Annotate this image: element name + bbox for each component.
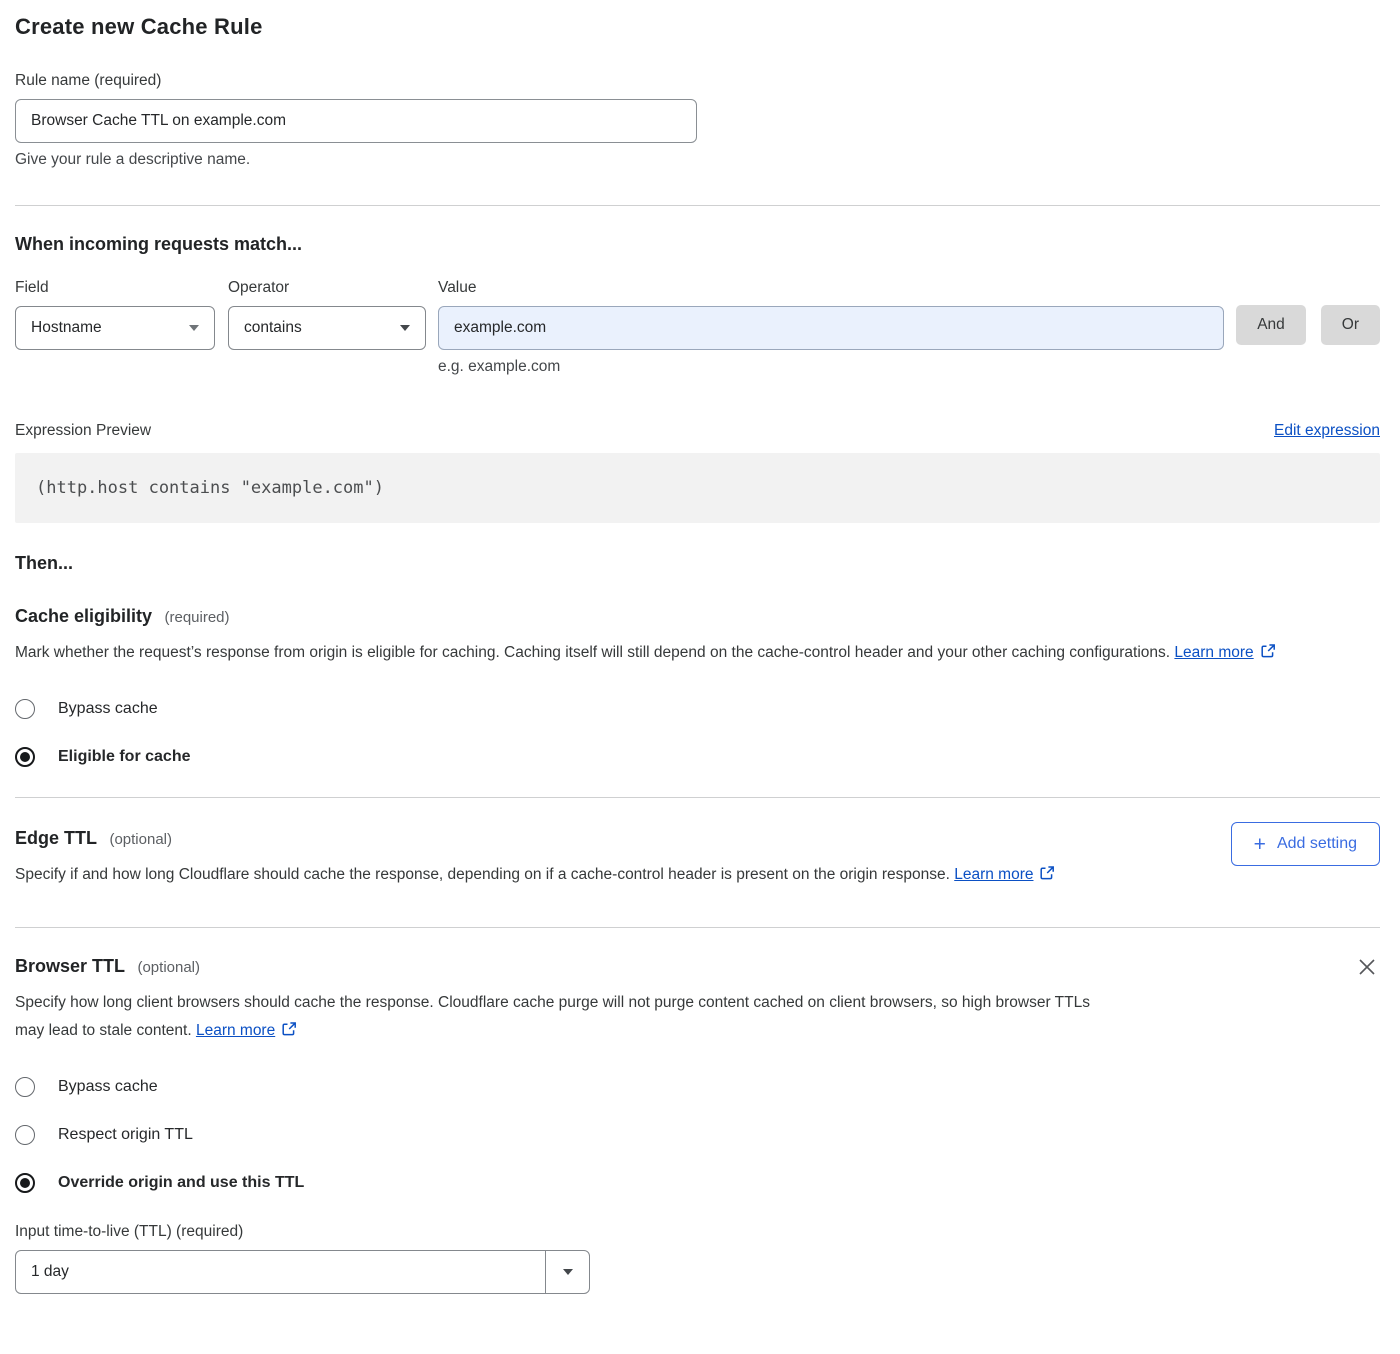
chevron-down-icon bbox=[563, 1269, 573, 1275]
ttl-select-arrow[interactable] bbox=[545, 1251, 589, 1293]
add-setting-label: Add setting bbox=[1277, 835, 1357, 853]
divider bbox=[15, 797, 1380, 798]
close-icon[interactable] bbox=[1354, 954, 1380, 980]
external-link-icon bbox=[281, 1019, 297, 1047]
cache-eligibility-required: (required) bbox=[165, 609, 230, 626]
edge-ttl-description: Specify if and how long Cloudflare shoul… bbox=[15, 861, 1115, 891]
ttl-select-value: 1 day bbox=[16, 1251, 545, 1293]
ttl-input-label: Input time-to-live (TTL) (required) bbox=[15, 1223, 1380, 1241]
value-label: Value bbox=[438, 279, 1224, 297]
expression-header: Expression Preview Edit expression bbox=[15, 422, 1380, 440]
cache-eligibility-description-text: Mark whether the request’s response from… bbox=[15, 644, 1170, 661]
browser-ttl-title: Browser TTL bbox=[15, 956, 125, 976]
browser-ttl-description-text: Specify how long client browsers should … bbox=[15, 994, 1090, 1039]
external-link-icon bbox=[1260, 641, 1276, 669]
add-setting-button[interactable]: + Add setting bbox=[1231, 822, 1380, 866]
plus-icon: + bbox=[1254, 834, 1266, 855]
ttl-select[interactable]: 1 day bbox=[15, 1250, 590, 1294]
value-input[interactable] bbox=[438, 306, 1224, 350]
edit-expression-link[interactable]: Edit expression bbox=[1274, 422, 1380, 440]
radio-option-bypass-cache[interactable]: Bypass cache bbox=[15, 1077, 1380, 1097]
page-title: Create new Cache Rule bbox=[15, 14, 1380, 40]
cache-eligibility-description: Mark whether the request’s response from… bbox=[15, 639, 1380, 669]
divider bbox=[15, 927, 1380, 928]
browser-ttl-section: Browser TTL (optional) Specify how long … bbox=[15, 956, 1380, 1294]
field-select[interactable]: Hostname bbox=[15, 306, 215, 350]
condition-row: Field Hostname Operator contains Value e… bbox=[15, 279, 1380, 376]
radio-label: Bypass cache bbox=[58, 700, 158, 718]
cache-eligibility-section: Cache eligibility (required) Mark whethe… bbox=[15, 606, 1380, 767]
radio-circle-icon bbox=[15, 699, 35, 719]
learn-more-link[interactable]: Learn more bbox=[954, 866, 1033, 883]
edge-ttl-title: Edge TTL bbox=[15, 828, 97, 848]
radio-label: Respect origin TTL bbox=[58, 1126, 193, 1144]
learn-more-link[interactable]: Learn more bbox=[196, 1022, 275, 1039]
browser-ttl-description: Specify how long client browsers should … bbox=[15, 989, 1115, 1047]
create-cache-rule-form: Create new Cache Rule Rule name (require… bbox=[0, 0, 1400, 1312]
browser-ttl-optional: (optional) bbox=[137, 959, 200, 976]
operator-select-value: contains bbox=[244, 319, 302, 337]
radio-option-bypass-cache[interactable]: Bypass cache bbox=[15, 699, 1380, 719]
match-section: When incoming requests match... Field Ho… bbox=[15, 234, 1380, 376]
radio-option-override-origin-ttl[interactable]: Override origin and use this TTL bbox=[15, 1173, 1380, 1193]
edge-ttl-optional: (optional) bbox=[109, 831, 172, 848]
then-heading: Then... bbox=[15, 553, 1380, 574]
and-button[interactable]: And bbox=[1236, 305, 1306, 345]
external-link-icon bbox=[1039, 863, 1055, 891]
cache-eligibility-title: Cache eligibility bbox=[15, 606, 152, 626]
rule-name-section: Rule name (required) Give your rule a de… bbox=[15, 72, 1380, 169]
chevron-down-icon bbox=[189, 325, 199, 331]
expression-preview-label: Expression Preview bbox=[15, 422, 151, 440]
rule-name-label: Rule name (required) bbox=[15, 72, 1380, 90]
operator-label: Operator bbox=[228, 279, 426, 297]
radio-circle-selected-icon bbox=[15, 1173, 35, 1193]
radio-circle-icon bbox=[15, 1125, 35, 1145]
field-select-value: Hostname bbox=[31, 319, 102, 337]
learn-more-link[interactable]: Learn more bbox=[1174, 644, 1253, 661]
divider bbox=[15, 205, 1380, 206]
radio-option-respect-origin-ttl[interactable]: Respect origin TTL bbox=[15, 1125, 1380, 1145]
chevron-down-icon bbox=[400, 325, 410, 331]
rule-name-helper: Give your rule a descriptive name. bbox=[15, 151, 1380, 169]
edge-ttl-section: + Add setting Edge TTL (optional) Specif… bbox=[15, 828, 1380, 891]
radio-label: Bypass cache bbox=[58, 1078, 158, 1096]
radio-circle-icon bbox=[15, 1077, 35, 1097]
radio-label: Eligible for cache bbox=[58, 748, 190, 766]
field-label: Field bbox=[15, 279, 215, 297]
radio-label: Override origin and use this TTL bbox=[58, 1174, 304, 1192]
rule-name-input[interactable] bbox=[15, 99, 697, 143]
operator-select[interactable]: contains bbox=[228, 306, 426, 350]
or-button[interactable]: Or bbox=[1321, 305, 1380, 345]
match-heading: When incoming requests match... bbox=[15, 234, 1380, 255]
edge-ttl-description-text: Specify if and how long Cloudflare shoul… bbox=[15, 866, 950, 883]
value-helper: e.g. example.com bbox=[438, 358, 1224, 376]
expression-preview-box: (http.host contains "example.com") bbox=[15, 453, 1380, 523]
radio-circle-selected-icon bbox=[15, 747, 35, 767]
radio-option-eligible-for-cache[interactable]: Eligible for cache bbox=[15, 747, 1380, 767]
expression-code: (http.host contains "example.com") bbox=[36, 478, 384, 498]
